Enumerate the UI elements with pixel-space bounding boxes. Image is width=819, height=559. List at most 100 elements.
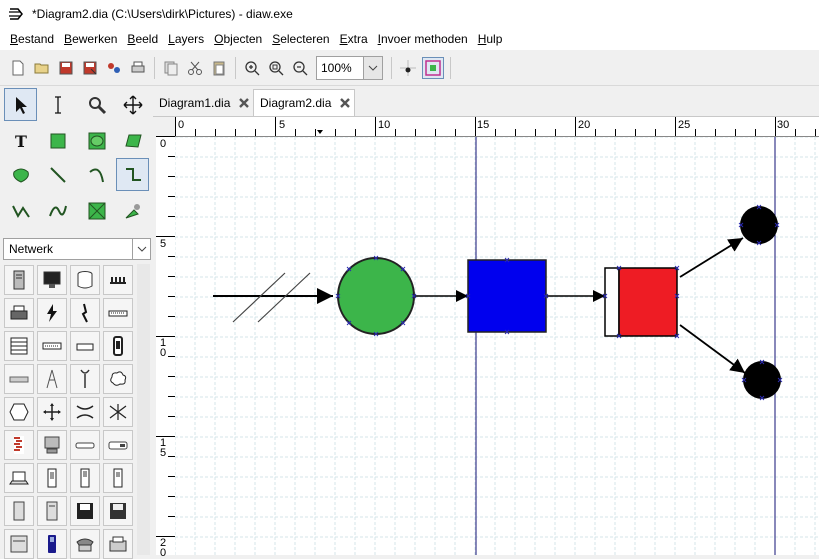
arc-tool-icon[interactable] (80, 158, 113, 191)
cut-icon[interactable] (185, 58, 205, 78)
line-tool-icon[interactable] (41, 158, 74, 191)
bezier-line-tool-icon[interactable] (41, 194, 74, 227)
red-box-node[interactable] (618, 267, 678, 337)
router-arrows-icon[interactable] (37, 397, 67, 427)
chevron-down-icon[interactable] (363, 57, 382, 79)
polygon-tool-icon[interactable] (116, 124, 149, 157)
mobile-phone-icon[interactable] (70, 463, 100, 493)
box-tool-icon[interactable] (41, 124, 74, 157)
diagram-canvas[interactable] (175, 137, 819, 555)
export-icon[interactable] (104, 58, 124, 78)
black-dot-node-top[interactable] (740, 206, 778, 244)
device-unit-icon[interactable] (103, 331, 133, 361)
zoom-combo[interactable] (316, 56, 383, 80)
ruler-label: 10 (160, 337, 167, 359)
ruler-label: 20 (160, 537, 167, 559)
black-dot-node-bottom[interactable] (743, 361, 781, 399)
tab-diagram2[interactable]: Diagram2.dia (253, 89, 355, 116)
red-box-bar[interactable] (604, 267, 620, 337)
close-icon[interactable] (339, 97, 351, 109)
printer-icon[interactable] (4, 298, 34, 328)
dia-app-icon (9, 8, 23, 20)
rack-server-icon[interactable] (4, 331, 34, 361)
magnify-tool-icon[interactable] (80, 88, 113, 121)
text-tool-icon[interactable]: T (4, 124, 37, 157)
ruler-label: 0 (160, 138, 167, 150)
workstation-icon[interactable] (37, 430, 67, 460)
diagram-svg[interactable] (175, 137, 819, 555)
cross-switch-icon[interactable] (70, 397, 100, 427)
bridge-icon[interactable] (70, 430, 100, 460)
cloud-icon[interactable] (103, 364, 133, 394)
paste-icon[interactable] (209, 58, 229, 78)
tab-diagram1[interactable]: Diagram1.dia (153, 89, 253, 116)
chevron-down-icon[interactable] (132, 239, 150, 259)
text-edit-tool-icon[interactable] (41, 88, 74, 121)
connection-red-to-top[interactable] (679, 237, 744, 278)
tape-unit-icon[interactable] (103, 430, 133, 460)
zigzag-line-tool-icon[interactable] (116, 158, 149, 191)
hub-icon[interactable] (103, 265, 133, 295)
tab-label: Diagram1.dia (159, 95, 231, 110)
antenna-tower-icon[interactable] (37, 364, 67, 394)
computer-tower-icon[interactable] (4, 265, 34, 295)
menu-extra[interactable]: Extra (335, 32, 373, 46)
tower-server-icon[interactable] (4, 496, 34, 526)
pointer-tool-icon[interactable] (4, 88, 37, 121)
scroll-tool-icon[interactable] (116, 88, 149, 121)
ellipse-tool-icon[interactable] (80, 124, 113, 157)
pda-icon[interactable] (37, 463, 67, 493)
zoom-fit-icon[interactable] (266, 58, 286, 78)
canvas-grid (175, 137, 819, 555)
sheet-selector[interactable]: Netwerk (3, 238, 151, 260)
handheld-icon[interactable] (103, 463, 133, 493)
hexagon-icon[interactable] (4, 397, 34, 427)
close-icon[interactable] (238, 97, 250, 109)
antenna-icon[interactable] (70, 364, 100, 394)
toolbar-separator (450, 57, 451, 79)
floppy-disk-icon[interactable] (70, 496, 100, 526)
horizontal-ruler-ticks (175, 117, 816, 136)
open-folder-icon[interactable] (32, 58, 52, 78)
switch-icon[interactable] (103, 298, 133, 328)
ruler-label: 15 (477, 119, 490, 131)
snap-to-grid-icon[interactable] (398, 58, 418, 78)
lightning-icon[interactable] (37, 298, 67, 328)
storage-cylinder-icon[interactable] (70, 265, 100, 295)
floppy-disk-2-icon[interactable] (103, 496, 133, 526)
title-bar: *Diagram2.dia (C:\Users\dirk\Pictures) -… (0, 0, 819, 28)
zoom-out-icon[interactable] (290, 58, 310, 78)
new-file-icon[interactable] (8, 58, 28, 78)
firewall-icon[interactable] (4, 430, 34, 460)
zoom-input[interactable] (317, 61, 363, 75)
menu-beeld[interactable]: Beeld (122, 32, 163, 46)
beziergon-tool-icon[interactable] (4, 158, 37, 191)
polyline-tool-icon[interactable] (4, 194, 37, 227)
ruler-label: 30 (777, 119, 790, 131)
tower-server-2-icon[interactable] (37, 496, 67, 526)
wan-link-icon[interactable] (70, 298, 100, 328)
snap-to-objects-icon[interactable] (422, 57, 444, 79)
blue-square-node[interactable] (467, 259, 547, 333)
modem-icon[interactable] (70, 331, 100, 361)
patch-panel-icon[interactable] (37, 331, 67, 361)
laptop-icon[interactable] (4, 463, 34, 493)
shape-palette-scrollbar[interactable] (137, 264, 150, 555)
menu-selecteren[interactable]: Selecteren (267, 32, 334, 46)
save-as-icon[interactable] (80, 58, 100, 78)
menu-objecten[interactable]: Objecten (209, 32, 267, 46)
save-icon[interactable] (56, 58, 76, 78)
copy-icon[interactable] (161, 58, 181, 78)
outline-tool-icon[interactable] (80, 194, 113, 227)
menu-bewerken[interactable]: Bewerken (59, 32, 122, 46)
monitor-icon[interactable] (37, 265, 67, 295)
menu-hulp[interactable]: Hulp (473, 32, 508, 46)
menu-layers[interactable]: Layers (163, 32, 209, 46)
zoom-in-icon[interactable] (242, 58, 262, 78)
menu-bestand[interactable]: Bestand (0, 32, 59, 46)
image-tool-icon[interactable] (116, 194, 149, 227)
print-icon[interactable] (128, 58, 148, 78)
menu-invoer-methoden[interactable]: Invoer methoden (373, 32, 473, 46)
disk-drive-icon[interactable] (4, 364, 34, 394)
atm-switch-icon[interactable] (103, 397, 133, 427)
